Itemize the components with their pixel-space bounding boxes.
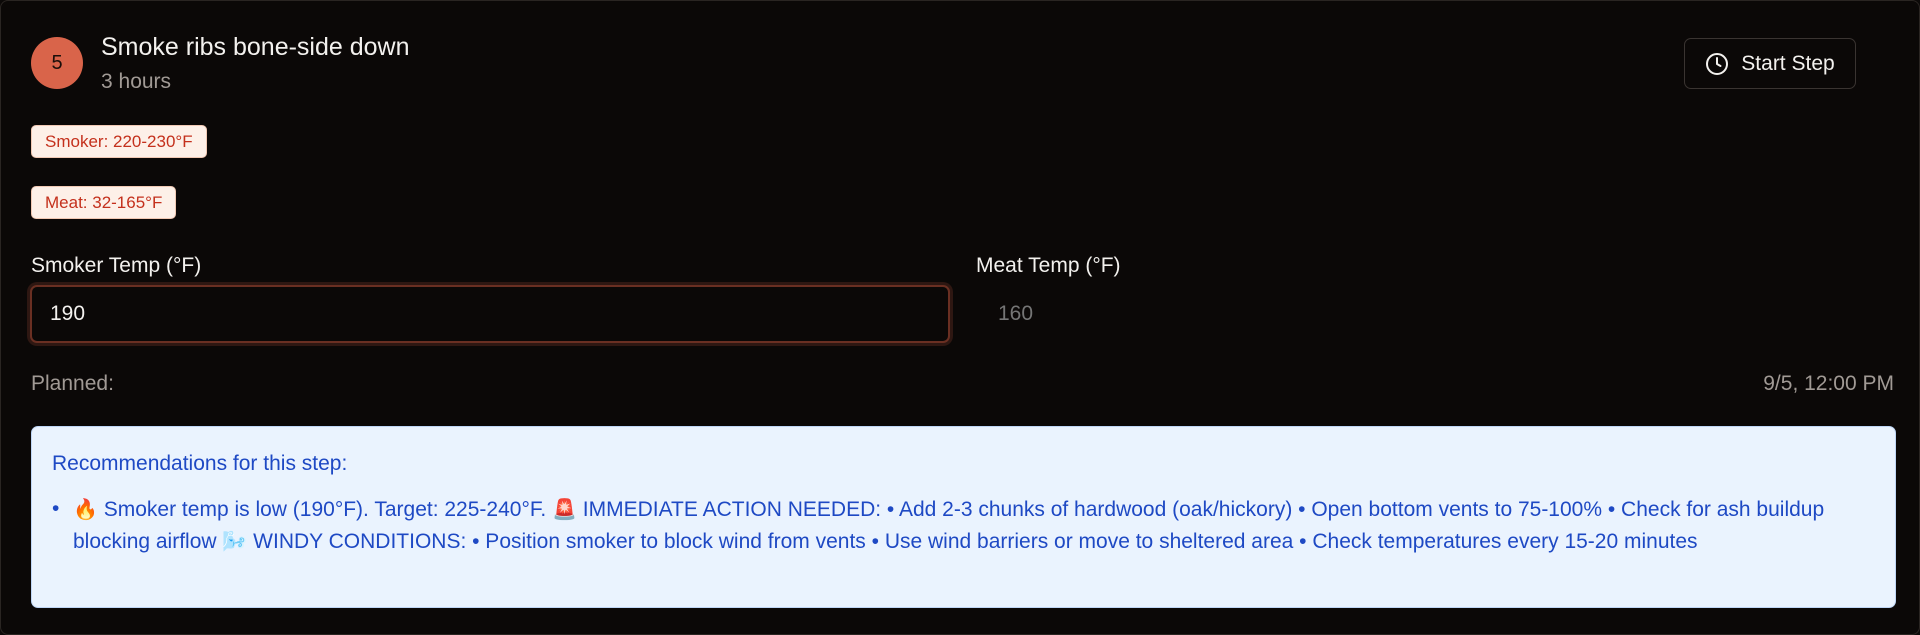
windy-conditions-text: WINDY CONDITIONS: • Position smoker to b… — [253, 530, 1698, 553]
recommendations-panel: Recommendations for this step: • 🔥 Smoke… — [31, 426, 1896, 608]
recipe-step-card: 5 Smoke ribs bone-side down 3 hours Star… — [0, 0, 1920, 635]
start-step-button[interactable]: Start Step — [1684, 38, 1856, 89]
step-duration: 3 hours — [101, 70, 172, 93]
clock-icon — [1706, 52, 1729, 75]
meat-temp-label: Meat Temp (°F) — [976, 254, 1121, 277]
fire-icon: 🔥 — [73, 499, 98, 521]
step-number-badge: 5 — [31, 37, 83, 89]
meat-target-badge: Meat: 32-165°F — [31, 186, 177, 219]
planned-time: 9/5, 12:00 PM — [1763, 372, 1894, 395]
alarm-icon: 🚨 — [552, 499, 577, 521]
smoker-temp-input[interactable] — [30, 285, 950, 343]
step-title: Smoke ribs bone-side down — [101, 33, 410, 61]
recommendations-title: Recommendations for this step: — [52, 452, 348, 475]
low-temp-warning: Smoker temp is low (190°F). Target: 225-… — [103, 498, 547, 521]
smoker-temp-label: Smoker Temp (°F) — [31, 254, 202, 277]
meat-temp-input[interactable] — [976, 285, 1896, 343]
recommendation-item: 🔥 Smoker temp is low (190°F). Target: 22… — [73, 494, 1881, 558]
list-bullet: • — [52, 497, 60, 520]
smoker-target-badge: Smoker: 220-230°F — [31, 125, 207, 158]
start-step-label: Start Step — [1741, 51, 1835, 75]
planned-label: Planned: — [31, 372, 114, 395]
wind-icon: 🌬️ — [222, 531, 248, 553]
